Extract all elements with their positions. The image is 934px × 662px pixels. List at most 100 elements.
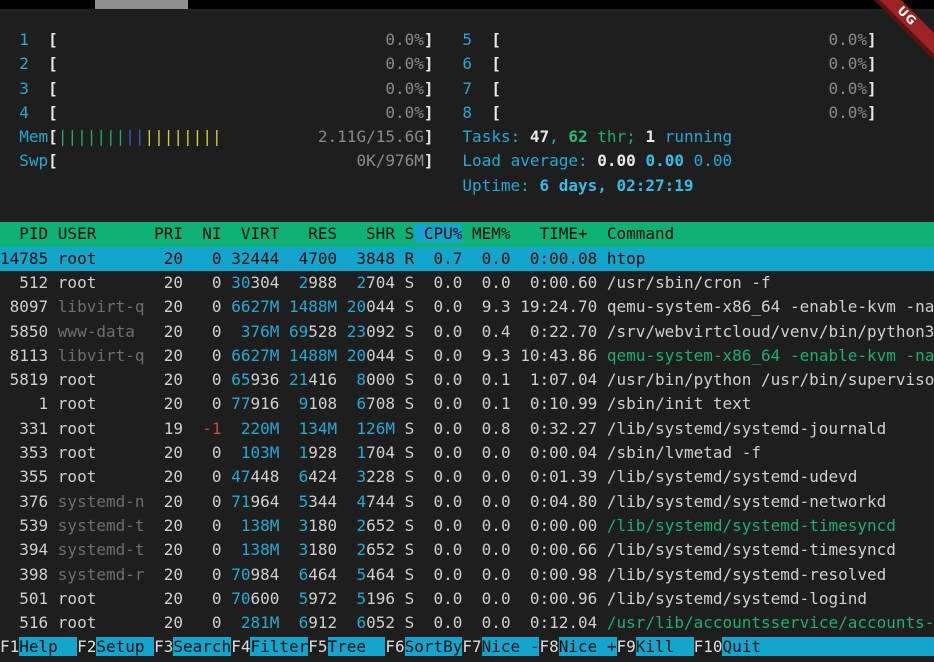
process-row-8113[interactable]: 8113 libvirt-q 20 0 6627M 1488M 20044 S … bbox=[0, 344, 934, 368]
text-segment: 20 0 bbox=[145, 565, 232, 584]
column-headers[interactable]: PID USER PRI NI VIRT RES SHR S bbox=[0, 224, 414, 243]
text-segment[interactable]: 331 root 19 bbox=[0, 419, 202, 438]
text-segment: 984 bbox=[250, 565, 298, 584]
process-row-14785[interactable]: 14785 root 20 0 32444 4700 3848 R 0.7 0.… bbox=[0, 247, 934, 271]
text-segment: ] bbox=[867, 103, 877, 122]
process-row-398[interactable]: 398 systemd-r 20 0 70984 6464 5464 S 0.0… bbox=[0, 563, 934, 587]
function-key-bar[interactable]: F1Help F2Setup F3SearchF4FilterF5Tree F6… bbox=[0, 635, 934, 659]
text-segment: 20 0 bbox=[145, 322, 241, 341]
text-segment: 344 bbox=[308, 492, 356, 511]
cpu5-label: 5 bbox=[462, 30, 472, 49]
text-segment[interactable]: 539 bbox=[0, 516, 58, 535]
process-row-1[interactable]: 1 root 20 0 77916 9108 6708 S 0.0 0.1 0:… bbox=[0, 392, 934, 416]
window-tab[interactable] bbox=[95, 0, 188, 9]
text-segment bbox=[58, 103, 386, 122]
uptime-label: Uptime: bbox=[462, 176, 539, 195]
text-segment: systemd-r bbox=[58, 565, 145, 584]
column-headers-right[interactable]: MEM% TIME+ Command bbox=[462, 224, 674, 243]
text-segment[interactable]: 394 bbox=[0, 540, 58, 559]
tasks-label: Tasks: bbox=[462, 127, 529, 146]
fkey-sortby-action[interactable]: SortBy bbox=[405, 637, 463, 656]
fkey-f8-key[interactable]: F8 bbox=[539, 637, 558, 656]
text-segment: 3 bbox=[299, 516, 309, 535]
fkey-kill-action[interactable]: Kill bbox=[636, 637, 694, 656]
text-segment bbox=[279, 346, 289, 365]
text-segment: www-data bbox=[58, 322, 145, 341]
text-segment[interactable]: 355 root 20 0 bbox=[0, 467, 231, 486]
text-segment[interactable]: 8113 bbox=[0, 346, 58, 365]
text-segment[interactable]: 5819 root 20 0 bbox=[0, 370, 231, 389]
fkey-f9-key[interactable]: F9 bbox=[617, 637, 636, 656]
text-segment[interactable]: 8097 bbox=[0, 297, 58, 316]
cpu-meter-row-2-6: 2 [ 0.0%] 6 [ 0.0%] bbox=[0, 52, 934, 76]
process-row-5819[interactable]: 5819 root 20 0 65936 21416 8000 S 0.0 0.… bbox=[0, 368, 934, 392]
text-segment bbox=[434, 127, 463, 146]
process-row-5850[interactable]: 5850 www-data 20 0 376M 69528 23092 S 0.… bbox=[0, 320, 934, 344]
text-segment: 2 bbox=[356, 540, 366, 559]
text-segment bbox=[472, 30, 491, 49]
process-row-376[interactable]: 376 systemd-n 20 0 71964 5344 4744 S 0.0… bbox=[0, 490, 934, 514]
text-segment bbox=[279, 443, 298, 462]
text-segment[interactable]: 398 bbox=[0, 565, 58, 584]
fkey-help-action[interactable]: Help bbox=[19, 637, 77, 656]
text-segment bbox=[58, 151, 357, 170]
fkey-quit-action[interactable]: Quit bbox=[722, 637, 780, 656]
process-row-394[interactable]: 394 systemd-t 20 0 138M 3180 2652 S 0.0 … bbox=[0, 538, 934, 562]
text-segment: ] bbox=[867, 79, 877, 98]
process-row-516[interactable]: 516 root 20 0 281M 6912 6052 S 0.0 0.0 0… bbox=[0, 611, 934, 635]
fkey-setup-action[interactable]: Setup bbox=[96, 637, 154, 656]
text-segment: [ bbox=[48, 54, 58, 73]
text-segment: 134M bbox=[299, 419, 338, 438]
text-segment bbox=[279, 297, 289, 316]
text-segment[interactable]: 376 bbox=[0, 492, 58, 511]
text-segment[interactable]: 1 root 20 0 bbox=[0, 394, 231, 413]
fkey-f7-key[interactable]: F7 bbox=[462, 637, 481, 656]
text-segment bbox=[279, 322, 289, 341]
process-row-501[interactable]: 501 root 20 0 70600 5972 5196 S 0.0 0.0 … bbox=[0, 587, 934, 611]
fkey-f1-key[interactable]: F1 bbox=[0, 637, 19, 656]
load-15min: 0.00 bbox=[694, 151, 733, 170]
text-segment: [ bbox=[48, 103, 58, 122]
fkey-f6-key[interactable]: F6 bbox=[385, 637, 404, 656]
text-segment bbox=[337, 346, 347, 365]
text-segment[interactable]: 512 root 20 0 bbox=[0, 273, 231, 292]
text-segment: 5 bbox=[356, 565, 366, 584]
text-segment: 528 bbox=[308, 322, 347, 341]
fkey-f4-key[interactable]: F4 bbox=[231, 637, 250, 656]
tasks-count: 47 bbox=[530, 127, 549, 146]
text-segment[interactable]: 501 root 20 0 bbox=[0, 589, 231, 608]
fkey-tree-action[interactable]: Tree bbox=[328, 637, 386, 656]
process-row-355[interactable]: 355 root 20 0 47448 6424 3228 S 0.0 0.0 … bbox=[0, 465, 934, 489]
fkey-nice-minus-action[interactable]: Nice - bbox=[482, 637, 540, 656]
fkey-f3-key[interactable]: F3 bbox=[154, 637, 173, 656]
text-segment: libvirt-q bbox=[58, 346, 145, 365]
text-segment: [ bbox=[48, 151, 58, 170]
tasks-threads: 62 bbox=[568, 127, 587, 146]
process-row-331[interactable]: 331 root 19 -1 220M 134M 126M S 0.0 0.8 … bbox=[0, 417, 934, 441]
process-table-header[interactable]: PID USER PRI NI VIRT RES SHR S CPU% MEM%… bbox=[0, 222, 934, 246]
process-row-8097[interactable]: 8097 libvirt-q 20 0 6627M 1488M 20044 S … bbox=[0, 295, 934, 319]
cpu7-label: 7 bbox=[462, 79, 472, 98]
load-average-label: Load average: bbox=[462, 151, 597, 170]
terminal-screen[interactable]: 1 [ 0.0%] 5 [ 0.0%] 2 [ 0.0%] 6 [ 0.0%] … bbox=[0, 9, 934, 662]
process-row-353[interactable]: 353 root 20 0 103M 1928 1704 S 0.0 0.0 0… bbox=[0, 441, 934, 465]
fkey-f2-key[interactable]: F2 bbox=[77, 637, 96, 656]
text-segment[interactable]: 5850 bbox=[0, 322, 58, 341]
text-segment[interactable]: 353 root 20 0 bbox=[0, 443, 241, 462]
process-row-539[interactable]: 539 systemd-t 20 0 138M 3180 2652 S 0.0 … bbox=[0, 514, 934, 538]
fkey-search-action[interactable]: Search bbox=[173, 637, 231, 656]
process-row-512[interactable]: 512 root 20 0 30304 2988 2704 S 0.0 0.0 … bbox=[0, 271, 934, 295]
text-segment: [ bbox=[48, 79, 58, 98]
fkey-nice-plus-action[interactable]: Nice + bbox=[559, 637, 617, 656]
text-segment: 448 bbox=[250, 467, 298, 486]
text-segment: ] bbox=[424, 151, 434, 170]
sort-column-cpu[interactable]: CPU% bbox=[414, 224, 462, 243]
text-segment: 5 bbox=[299, 492, 309, 511]
text-segment: 6 bbox=[299, 467, 309, 486]
text-segment: libvirt-q bbox=[58, 297, 145, 316]
fkey-filter-action[interactable]: Filter bbox=[250, 637, 308, 656]
selected-row-text[interactable]: 14785 root 20 0 32444 4700 3848 R 0.7 0.… bbox=[0, 249, 645, 268]
fkey-f5-key[interactable]: F5 bbox=[308, 637, 327, 656]
fkey-f10-key[interactable]: F10 bbox=[694, 637, 723, 656]
text-segment[interactable]: 516 root 20 0 bbox=[0, 613, 241, 632]
